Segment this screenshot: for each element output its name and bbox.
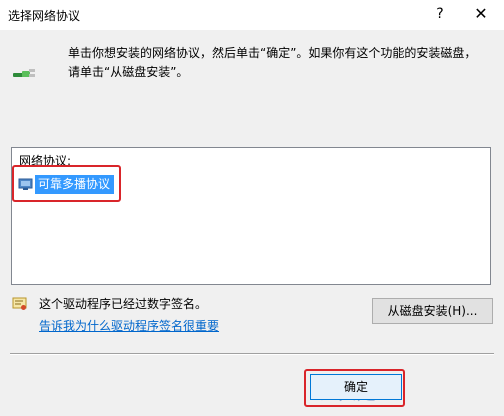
certificate-icon	[12, 297, 27, 310]
from-disk-button[interactable]: 从磁盘安装(H)...	[372, 298, 493, 324]
close-button[interactable]: ✕	[466, 2, 496, 26]
title-bar: 选择网络协议 ? ✕	[0, 0, 504, 30]
instruction-text: 单击你想安装的网络协议，然后单击“确定”。如果你有这个功能的安装磁盘，请单击“从…	[68, 46, 477, 79]
help-button[interactable]: ?	[428, 2, 452, 26]
annotation-box-ok	[304, 369, 405, 407]
signature-status-text: 这个驱动程序已经过数字签名。	[39, 297, 208, 311]
annotation-box	[12, 165, 121, 202]
dialog-body: 单击你想安装的网络协议，然后单击“确定”。如果你有这个功能的安装磁盘，请单击“从…	[0, 30, 504, 416]
window-title: 选择网络协议	[8, 9, 81, 23]
signature-help-link[interactable]: 告诉我为什么驱动程序签名很重要	[39, 317, 219, 334]
network-cable-icon	[13, 69, 35, 77]
divider-highlight	[10, 354, 494, 355]
